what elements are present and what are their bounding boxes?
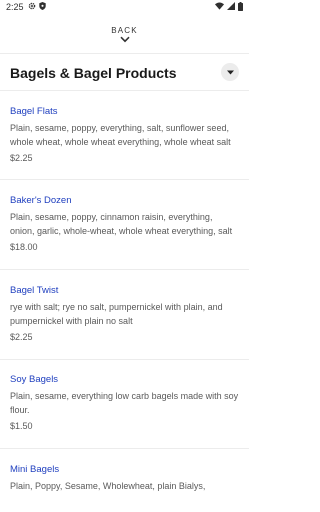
item-name[interactable]: Baker's Dozen [10,195,239,206]
item-name[interactable]: Mini Bagels [10,464,239,475]
status-bar: 2:25 [0,0,249,14]
shield-icon [38,2,46,12]
chevron-down-icon[interactable] [119,36,130,43]
status-time: 2:25 [6,2,24,12]
item-name[interactable]: Bagel Flats [10,106,239,117]
category-header: Bagels & Bagel Products [0,55,249,91]
list-item[interactable]: Soy Bagels Plain, sesame, everything low… [0,360,249,449]
back-header[interactable]: BACK [0,20,249,54]
item-description: rye with salt; rye no salt, pumpernickel… [10,302,223,326]
category-dropdown-button[interactable] [221,63,239,81]
item-name[interactable]: Soy Bagels [10,374,239,385]
item-price: $18.00 [10,242,38,252]
back-button-label[interactable]: BACK [0,20,249,35]
wifi-icon [215,2,224,12]
product-list: Bagel Flats Plain, sesame, poppy, everyt… [0,92,249,509]
caret-down-icon [226,70,234,74]
cell-signal-icon [227,2,235,12]
list-item[interactable]: Mini Bagels Plain, Poppy, Sesame, Wholew… [0,449,249,509]
item-name[interactable]: Bagel Twist [10,285,239,296]
item-price: $2.25 [10,332,33,342]
category-title: Bagels & Bagel Products [10,64,177,81]
item-description: Plain, Poppy, Sesame, Wholewheat, plain … [10,481,206,491]
list-item[interactable]: Bagel Twist rye with salt; rye no salt, … [0,270,249,360]
list-item[interactable]: Bagel Flats Plain, sesame, poppy, everyt… [0,92,249,180]
list-item[interactable]: Baker's Dozen Plain, sesame, poppy, cinn… [0,180,249,270]
settings-gear-icon [28,2,36,12]
item-description: Plain, sesame, poppy, cinnamon raisin, e… [10,212,233,236]
item-description: Plain, sesame, everything low carb bagel… [10,391,239,415]
battery-icon [238,1,243,13]
item-description: Plain, sesame, poppy, everything, salt, … [10,123,231,147]
item-price: $2.25 [10,153,33,163]
item-price: $1.50 [10,421,33,431]
